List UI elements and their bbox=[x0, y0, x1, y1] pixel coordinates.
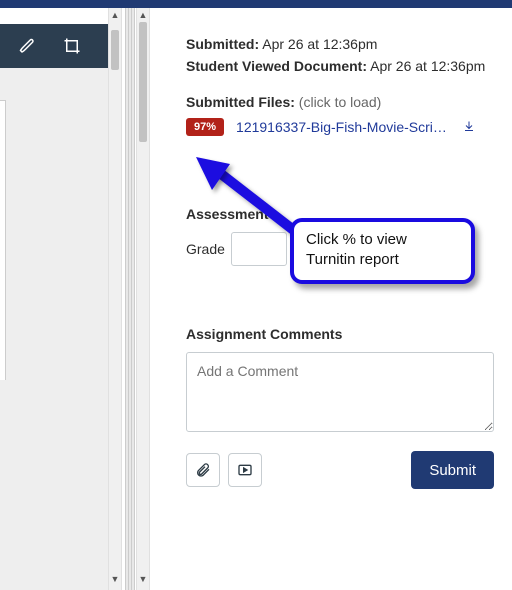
files-hint: (click to load) bbox=[299, 94, 381, 110]
crop-tool[interactable] bbox=[50, 24, 94, 68]
scrollbar-preview[interactable]: ▲ ▼ bbox=[108, 8, 122, 590]
top-bar bbox=[0, 0, 512, 8]
submitted-label: Submitted: bbox=[186, 36, 259, 52]
media-comment-button[interactable] bbox=[228, 453, 262, 487]
callout-line: Turnitin report bbox=[306, 250, 459, 270]
brush-tool[interactable] bbox=[6, 24, 50, 68]
comment-actions-row: Submit bbox=[186, 451, 494, 489]
grading-panel: Submitted: Apr 26 at 12:36pm Student Vie… bbox=[152, 8, 512, 590]
annotation-toolbar bbox=[0, 24, 108, 68]
callout-line: Click % to view bbox=[306, 230, 459, 250]
viewed-label: Student Viewed Document: bbox=[186, 58, 367, 74]
submitted-file-link[interactable]: 121916337-Big-Fish-Movie-Script.… bbox=[236, 119, 451, 135]
scroll-up-icon[interactable]: ▲ bbox=[109, 10, 121, 24]
viewed-value: Apr 26 at 12:36pm bbox=[370, 58, 485, 74]
paperclip-icon bbox=[195, 462, 211, 478]
grade-label: Grade bbox=[186, 241, 225, 257]
instruction-callout: Click % to view Turnitin report bbox=[290, 218, 475, 284]
turnitin-score-badge[interactable]: 97% bbox=[186, 118, 224, 136]
grade-input[interactable] bbox=[231, 232, 287, 266]
files-label: Submitted Files: bbox=[186, 94, 295, 110]
submitted-value: Apr 26 at 12:36pm bbox=[262, 36, 377, 52]
files-line: Submitted Files: (click to load) bbox=[186, 94, 494, 110]
submit-button[interactable]: Submit bbox=[411, 451, 494, 489]
viewed-line: Student Viewed Document: Apr 26 at 12:36… bbox=[186, 58, 494, 74]
comments-heading: Assignment Comments bbox=[186, 326, 494, 342]
brush-icon bbox=[19, 37, 37, 55]
submitted-file-row: 97% 121916337-Big-Fish-Movie-Script.… bbox=[186, 118, 494, 136]
scroll-thumb[interactable] bbox=[139, 22, 147, 142]
comment-textarea[interactable] bbox=[186, 352, 494, 432]
document-preview-area bbox=[0, 68, 108, 590]
crop-icon bbox=[63, 37, 81, 55]
attachment-buttons bbox=[186, 453, 262, 487]
scroll-thumb[interactable] bbox=[111, 30, 119, 70]
scrollbar-sidebar[interactable]: ▲ ▼ bbox=[136, 8, 150, 590]
panel-resize-grip[interactable] bbox=[125, 8, 135, 590]
download-icon[interactable] bbox=[463, 120, 475, 135]
submitted-line: Submitted: Apr 26 at 12:36pm bbox=[186, 36, 494, 52]
scroll-down-icon[interactable]: ▼ bbox=[109, 574, 121, 588]
attach-file-button[interactable] bbox=[186, 453, 220, 487]
play-box-icon bbox=[237, 462, 253, 478]
scroll-down-icon[interactable]: ▼ bbox=[137, 574, 149, 588]
document-edge bbox=[0, 100, 6, 380]
